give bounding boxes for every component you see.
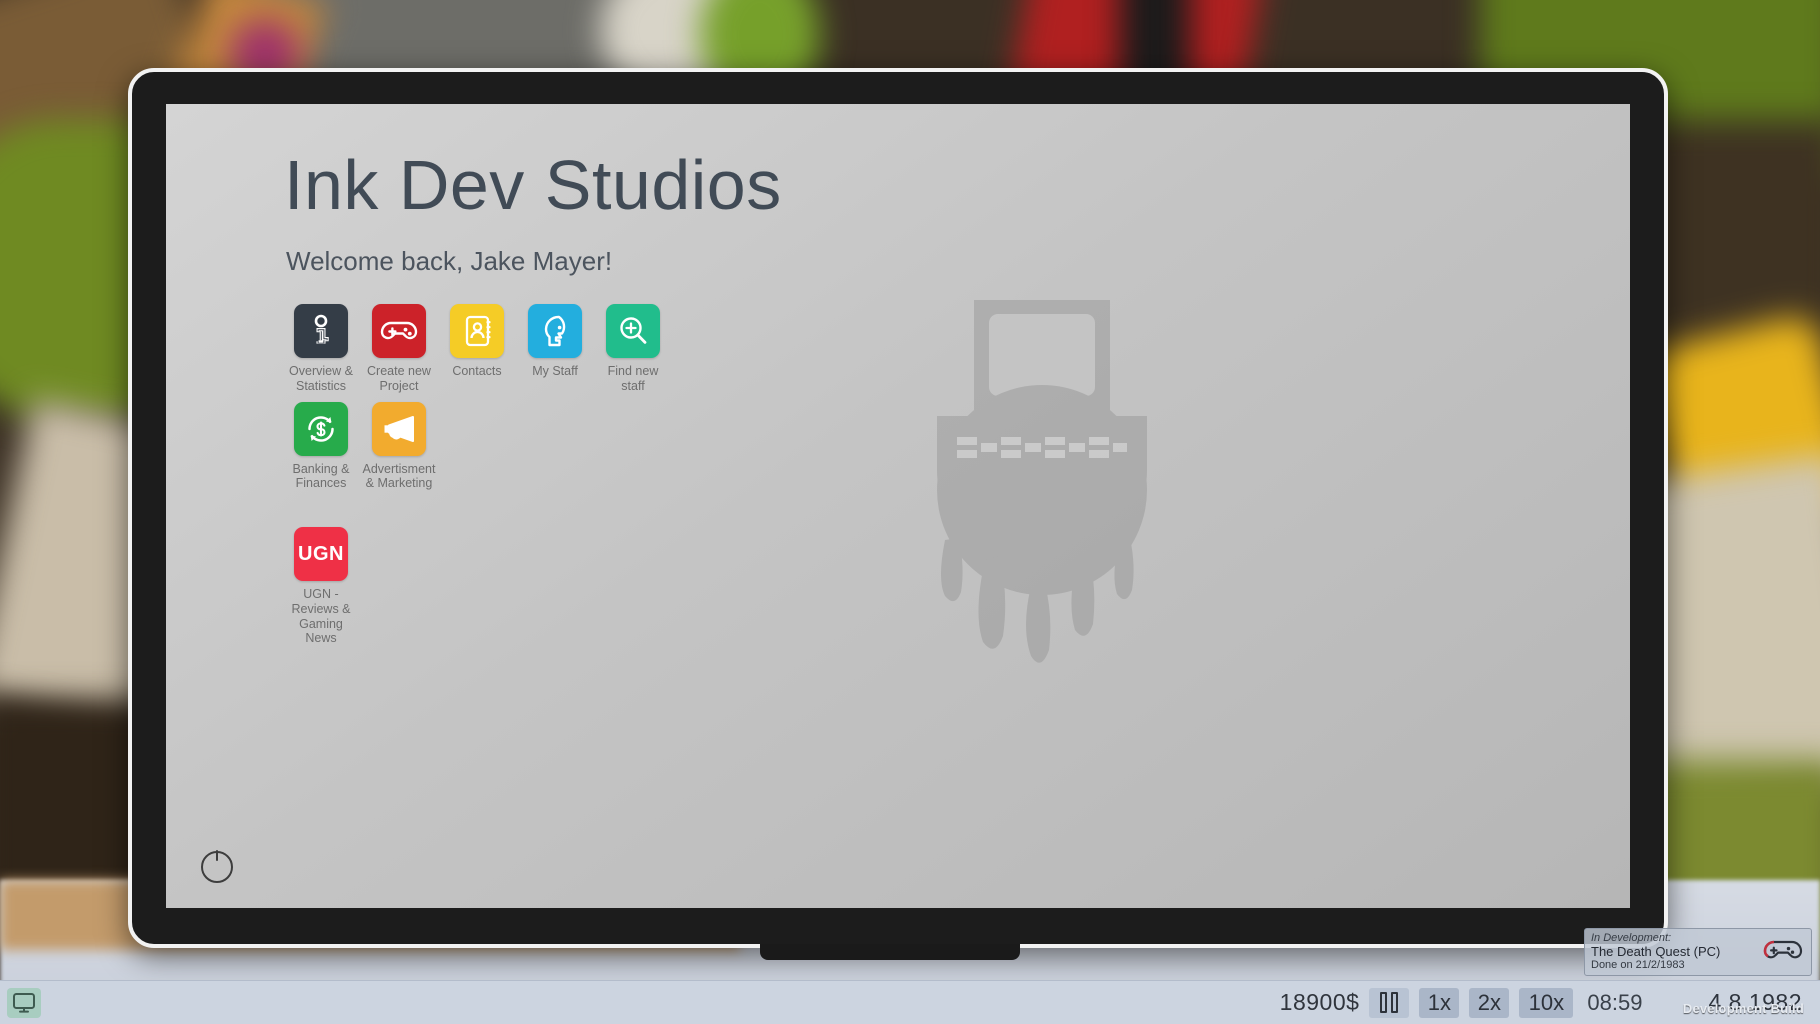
in-game-monitor: Ink Dev Studios Welcome back, Jake Mayer… [128, 68, 1668, 948]
search-plus-icon [606, 304, 660, 358]
computer-screen: Ink Dev Studios Welcome back, Jake Mayer… [166, 104, 1630, 908]
app-icon-advertisment-marketing[interactable]: Advertisment & Marketing [360, 401, 438, 492]
taskbar-left [0, 987, 48, 1018]
money-amount: 18900$ [1279, 989, 1360, 1015]
head-profile-icon [528, 304, 582, 358]
app-icon-overview-statistics[interactable]: Overview & Statistics [282, 304, 360, 394]
ugn-logo-icon: UGN [294, 527, 348, 581]
megaphone-icon [372, 401, 426, 456]
info-icon [294, 304, 348, 358]
app-icon-label: Advertisment & Marketing [362, 461, 436, 491]
gamepad-icon [372, 304, 426, 358]
ugn-tile-text: UGN [298, 542, 344, 565]
welcome-message: Welcome back, Jake Mayer! [286, 246, 613, 276]
app-icon-my-staff[interactable]: My Staff [516, 304, 594, 394]
desktop-surface: Ink Dev Studios Welcome back, Jake Mayer… [166, 104, 1630, 908]
hud-controls: 18900$ 1x 2x 10x 08:59 4.8.1982 Developm… [1279, 987, 1820, 1018]
app-icon-label: Overview & Statistics [289, 364, 353, 393]
app-icon-find-new-staff[interactable]: Find new staff [594, 304, 672, 394]
in-development-done-date: Done on 21/2/1983 [1591, 959, 1685, 972]
speed-10x-button[interactable]: 10x [1519, 987, 1574, 1018]
in-development-project: The Death Quest (PC) [1591, 943, 1721, 959]
speed-2x-button[interactable]: 2x [1469, 987, 1510, 1018]
speed-1x-button[interactable]: 1x [1419, 987, 1460, 1018]
address-book-icon [450, 304, 504, 358]
app-icon-create-new-project[interactable]: Create new Project [360, 304, 438, 394]
pause-icon [1380, 992, 1399, 1013]
app-icon-label: Create new Project [367, 364, 431, 393]
money-cycle-icon [294, 401, 348, 456]
in-development-status: In Development: [1591, 932, 1672, 945]
clock: 08:59 [1587, 989, 1643, 1015]
app-icon-ugn-news[interactable]: UGN UGN - Reviews & Gaming News [282, 527, 360, 646]
page-title: Ink Dev Studios [284, 146, 782, 224]
monitor-icon[interactable] [7, 987, 41, 1018]
bottom-hud-bar: 18900$ 1x 2x 10x 08:59 4.8.1982 Developm… [0, 980, 1820, 1024]
app-icon-contacts[interactable]: Contacts [438, 304, 516, 394]
app-icon-grid: Overview & Statistics Create new Project… [282, 304, 702, 654]
app-icon-banking-finances[interactable]: Banking & Finances [282, 401, 360, 492]
in-development-panel[interactable]: In Development: The Death Quest (PC) Don… [1584, 928, 1812, 976]
game-date: 4.8.1982 [1708, 989, 1802, 1015]
monitor-stand [760, 944, 1020, 960]
gamepad-icon [1761, 939, 1805, 965]
app-icon-label: Banking & Finances [292, 461, 350, 491]
app-icon-label: UGN - Reviews & Gaming News [291, 587, 351, 646]
app-icon-label: Contacts [452, 364, 502, 378]
app-icon-label: Find new staff [607, 364, 659, 393]
power-button[interactable] [196, 844, 238, 886]
app-icon-label: My Staff [532, 364, 578, 378]
in-development-text: In Development: The Death Quest (PC) Don… [1591, 932, 1761, 971]
pause-button[interactable] [1369, 987, 1410, 1018]
